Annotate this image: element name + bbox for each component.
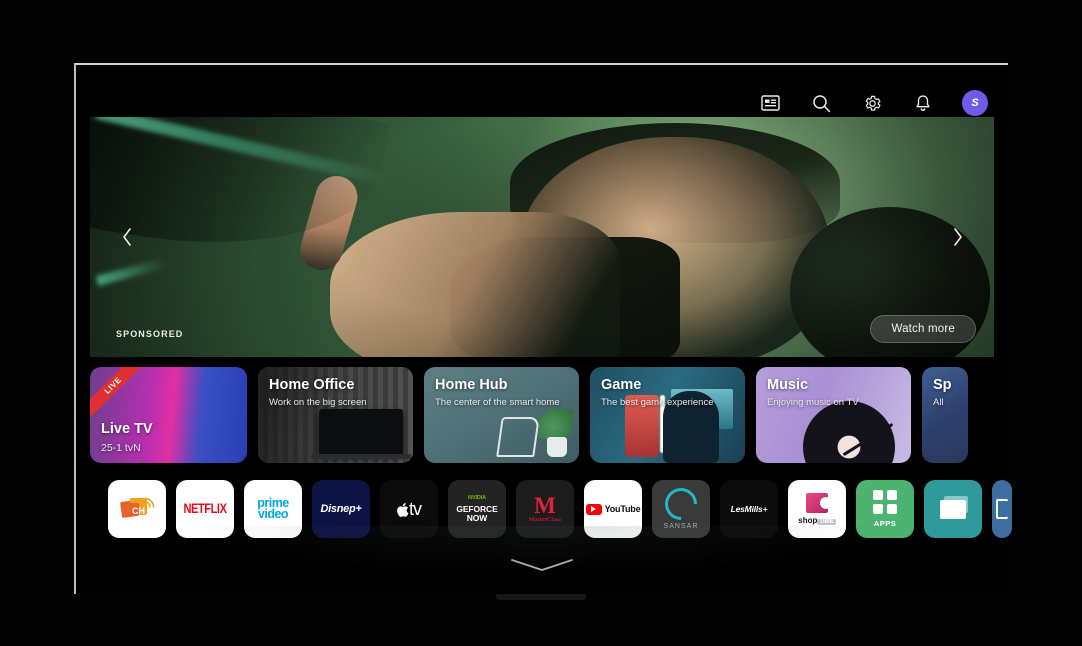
plant-leaves-illustration <box>539 409 573 439</box>
app-lesmills[interactable]: LesMills+ <box>720 480 778 538</box>
app-disney-plus[interactable]: Disnep+ <box>312 480 370 538</box>
shop-label: shop <box>798 516 818 525</box>
sponsored-label: SPONSORED <box>116 329 184 339</box>
card-title: Music <box>767 377 809 393</box>
lesmills-wordmark: LesMills+ <box>730 504 768 514</box>
plant-pot-illustration <box>547 437 567 457</box>
app-geforce-now[interactable]: NVIDIA GEFORCE NOW <box>448 480 506 538</box>
geforce-label-top: GEFORCE <box>456 503 498 514</box>
tv-scene: S SPONSORED Watch more LIVE Live TV 25-1… <box>0 0 1082 646</box>
youtube-wordmark: YouTube <box>585 503 641 515</box>
screen-share-front-icon <box>940 499 966 519</box>
hero-vignette <box>90 117 994 357</box>
guide-icon[interactable] <box>758 91 782 115</box>
app-apple-tv[interactable]: tv <box>380 480 438 538</box>
content-cards-row: LIVE Live TV 25-1 tvN Home Office Work o… <box>90 367 968 463</box>
card-music[interactable]: Music Enjoying music on TV <box>756 367 911 463</box>
hero-banner[interactable]: SPONSORED Watch more <box>90 117 994 357</box>
netflix-wordmark: NETFLIX <box>183 501 227 517</box>
shopping-bag-icon <box>806 493 832 513</box>
tv-frame: S SPONSORED Watch more LIVE Live TV 25-1… <box>74 63 1012 594</box>
card-title: Live TV <box>101 421 153 437</box>
apps-label: APPS <box>873 519 897 528</box>
app-masterclass[interactable]: M MasterClass <box>516 480 574 538</box>
watch-more-button[interactable]: Watch more <box>870 315 976 343</box>
app-screen-share[interactable] <box>924 480 982 538</box>
app-apps-launcher[interactable]: APPS <box>856 480 914 538</box>
notifications-icon[interactable] <box>911 91 935 115</box>
carousel-next-icon[interactable] <box>942 222 972 252</box>
prime-video-wordmark: prime video <box>257 497 289 521</box>
card-game[interactable]: Game The best game experience <box>590 367 745 463</box>
apple-tv-wordmark: tv <box>397 498 422 520</box>
card-sports[interactable]: Sp All <box>922 367 968 463</box>
expand-chevron-icon[interactable] <box>509 557 575 578</box>
card-subtitle: The center of the smart home <box>435 397 560 408</box>
app-netflix[interactable]: NETFLIX <box>176 480 234 538</box>
tv-screen: S SPONSORED Watch more LIVE Live TV 25-1… <box>76 65 1012 594</box>
card-home-office[interactable]: Home Office Work on the big screen <box>258 367 413 463</box>
card-live-tv[interactable]: LIVE Live TV 25-1 tvN <box>90 367 247 463</box>
geforce-label-bottom: NOW <box>466 513 488 524</box>
time-tag: TIME <box>817 519 836 525</box>
avatar[interactable]: S <box>962 90 988 116</box>
app-more[interactable] <box>992 480 1012 538</box>
chair-illustration <box>496 417 540 457</box>
youtube-play-icon <box>585 503 602 515</box>
geforce-now-wordmark: NVIDIA GEFORCE NOW <box>456 494 497 524</box>
card-subtitle: Enjoying music on TV <box>767 397 859 408</box>
prime-label-bottom: video <box>257 507 289 521</box>
disney-wordmark: Disnep+ <box>320 503 362 515</box>
card-title: Sp <box>933 377 952 393</box>
sansar-ring-icon <box>658 481 704 527</box>
sansar-label: SANSAR <box>663 523 699 530</box>
apple-tv-label: tv <box>408 498 422 519</box>
app-shoptime[interactable]: shop TIME <box>788 480 846 538</box>
partial-app-icon <box>996 499 1008 519</box>
app-sansar[interactable]: SANSAR <box>652 480 710 538</box>
apps-row: CH NETFLIX prime video Disnep+ tv NVIDIA… <box>108 478 1012 540</box>
laptop-illustration <box>319 409 403 455</box>
card-title: Home Office <box>269 377 355 393</box>
youtube-label: YouTube <box>604 504 641 514</box>
search-icon[interactable] <box>809 91 833 115</box>
masterclass-mark: M <box>534 492 556 518</box>
card-subtitle: 25-1 tvN <box>101 442 141 454</box>
card-subtitle: All <box>933 397 944 408</box>
app-youtube[interactable]: YouTube <box>584 480 642 538</box>
card-subtitle: The best game experience <box>601 397 714 408</box>
card-home-hub[interactable]: Home Hub The center of the smart home <box>424 367 579 463</box>
nvidia-brand-label: NVIDIA <box>467 495 487 502</box>
tv-stand <box>496 594 586 600</box>
card-title: Game <box>601 377 642 393</box>
carousel-prev-icon[interactable] <box>112 222 142 252</box>
card-subtitle: Work on the big screen <box>269 397 367 408</box>
masterclass-wordmark: MasterClass <box>528 515 562 523</box>
app-prime-video[interactable]: prime video <box>244 480 302 538</box>
shoptime-wordmark: shop TIME <box>798 516 836 525</box>
card-title: Home Hub <box>435 377 508 393</box>
laptop-base-illustration <box>311 454 411 459</box>
live-badge: LIVE <box>90 367 150 427</box>
settings-icon[interactable] <box>860 91 884 115</box>
svg-text:CH: CH <box>132 506 145 516</box>
app-channel[interactable]: CH <box>108 480 166 538</box>
grid-icon <box>873 490 897 514</box>
